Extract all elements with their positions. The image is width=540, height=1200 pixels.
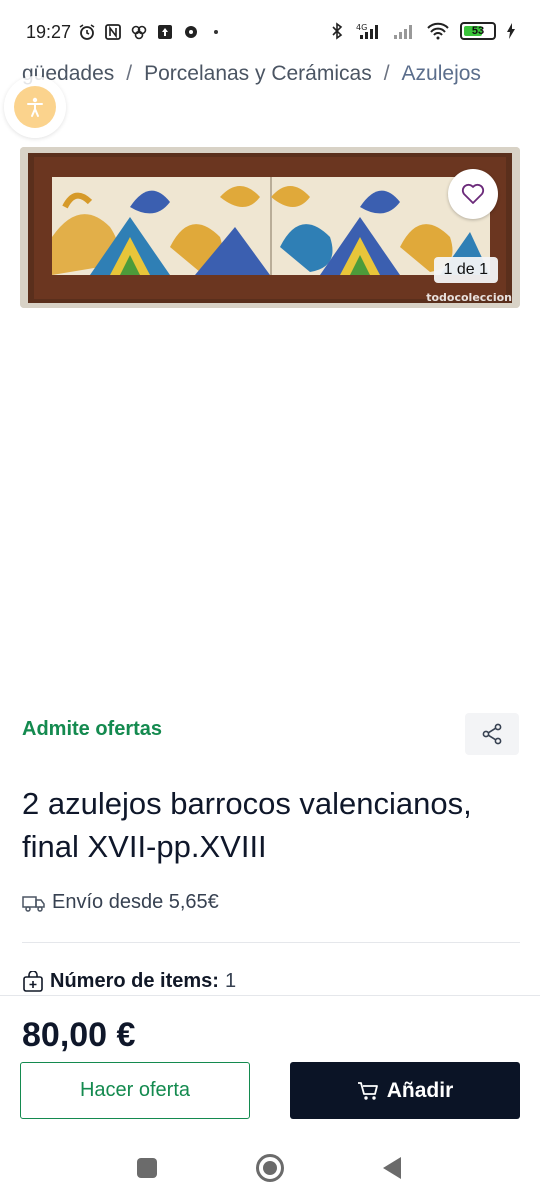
app-icon xyxy=(131,25,147,40)
breadcrumb-separator: / xyxy=(126,62,133,85)
status-icons-right: 4G 53 xyxy=(328,22,516,40)
signal-alt-icon xyxy=(394,25,412,39)
heart-icon xyxy=(461,183,485,204)
share-button[interactable] xyxy=(465,713,519,755)
accessibility-icon xyxy=(27,97,43,117)
package-plus-icon xyxy=(23,970,43,992)
recent-apps-button[interactable] xyxy=(137,1158,157,1178)
purchase-bar: 80,00 € Hacer oferta Añadir xyxy=(0,995,540,1137)
bluetooth-icon xyxy=(332,22,343,40)
items-row: Número de items: 1 xyxy=(22,970,236,993)
tiles-photo xyxy=(20,147,520,308)
svg-text:4G: 4G xyxy=(356,23,367,32)
wifi-icon xyxy=(427,22,449,40)
status-time: 19:27 xyxy=(26,22,72,42)
items-value: 1 xyxy=(224,970,237,992)
image-watermark: todocoleccion xyxy=(426,291,512,304)
price: 80,00 € xyxy=(22,1016,136,1054)
chat-icon xyxy=(185,26,197,38)
items-label: Número de items: xyxy=(50,970,219,992)
accessibility-button[interactable] xyxy=(14,86,56,128)
charging-icon xyxy=(507,23,515,39)
breadcrumb-item-azulejos[interactable]: Azulejos xyxy=(402,62,481,86)
favorite-button[interactable] xyxy=(448,169,498,219)
shipping-text: Envío desde 5,65€ xyxy=(52,891,219,913)
battery-level: 53 xyxy=(471,25,485,37)
image-counter: 1 de 1 xyxy=(433,257,498,283)
make-offer-button[interactable]: Hacer oferta xyxy=(20,1062,250,1119)
product-title: 2 azulejos barrocos valencianos, final X… xyxy=(22,786,472,864)
status-dot xyxy=(214,30,218,34)
battery-icon: 53 xyxy=(460,22,496,40)
offers-label: Admite ofertas xyxy=(22,718,163,740)
status-icons-left xyxy=(78,23,218,41)
add-to-cart-button[interactable]: Añadir xyxy=(290,1062,520,1119)
home-button[interactable] xyxy=(256,1154,284,1182)
nfc-icon xyxy=(105,24,121,40)
system-nav-bar xyxy=(0,1137,540,1200)
back-button[interactable] xyxy=(383,1157,401,1179)
cart-icon xyxy=(357,1081,378,1100)
truck-icon xyxy=(22,895,45,912)
share-icon xyxy=(482,723,502,745)
alarm-icon xyxy=(79,24,95,40)
accessibility-widget[interactable] xyxy=(4,76,66,138)
status-bar: 19:27 4G 53 xyxy=(0,0,540,64)
shipping-info: Envío desde 5,65€ xyxy=(22,891,219,914)
breadcrumb-separator: / xyxy=(383,62,390,85)
product-image[interactable]: 1 de 1 todocoleccion xyxy=(20,147,520,308)
add-to-cart-label: Añadir xyxy=(386,1078,454,1102)
breadcrumb: güedades / Porcelanas y Cerámicas / Azulejos xyxy=(22,62,540,92)
signal-icon: 4G xyxy=(356,23,378,39)
breadcrumb-item-porcelanas[interactable]: Porcelanas y Cerámicas xyxy=(144,62,372,86)
upload-icon xyxy=(158,25,172,39)
divider xyxy=(22,942,520,943)
